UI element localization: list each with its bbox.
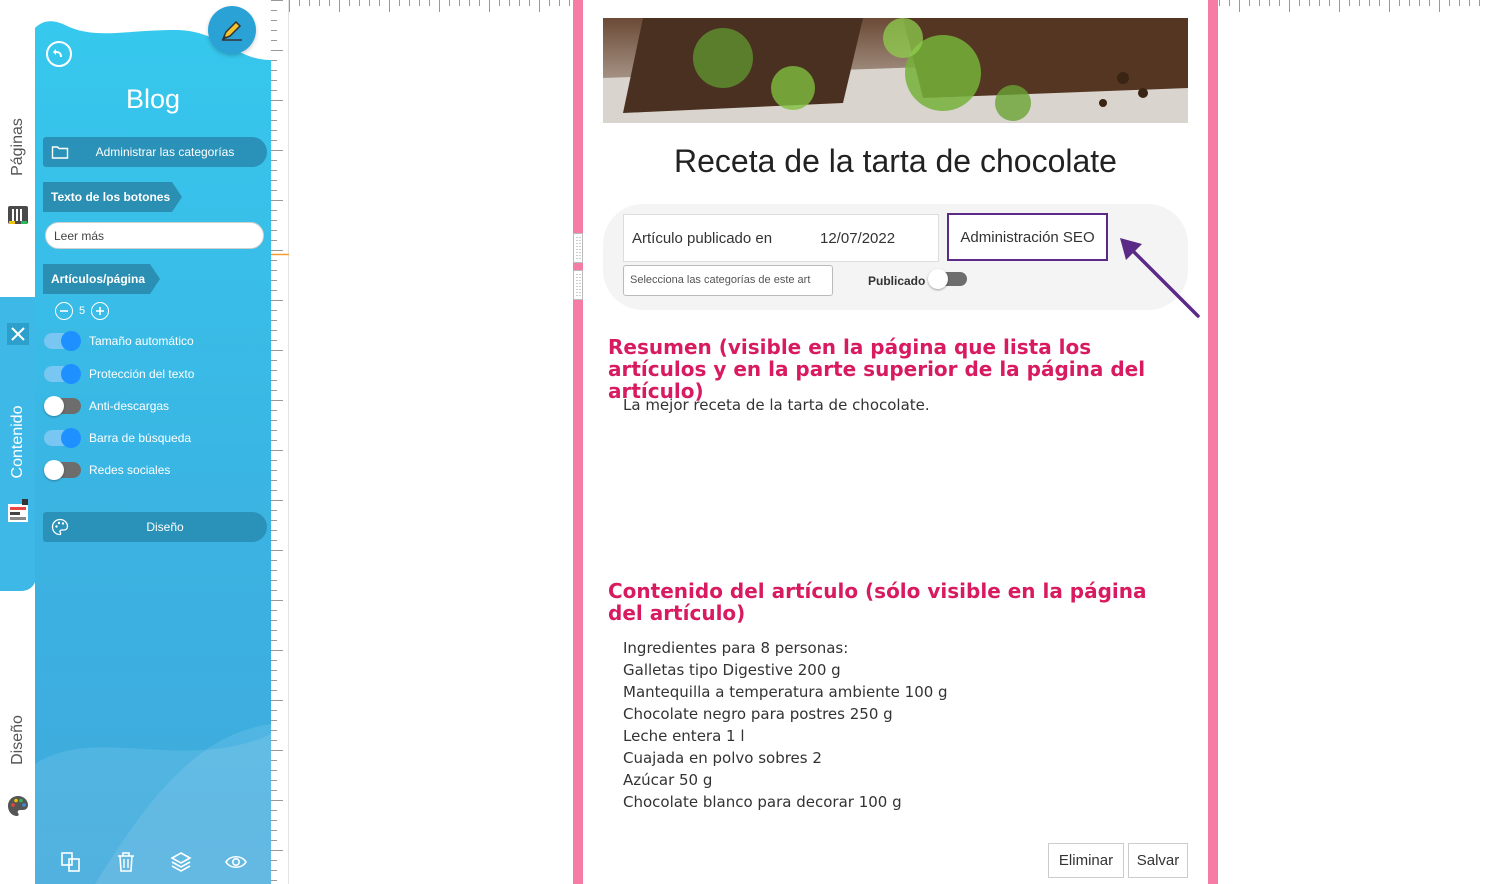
tab-design[interactable]: Diseño [0,700,36,780]
save-button[interactable]: Salvar [1128,843,1188,878]
close-icon[interactable] [6,322,30,346]
published-label: Artículo publicado en [632,229,773,247]
article-hero-image [603,18,1188,123]
category-select[interactable]: Selecciona las categorías de este art [623,265,833,296]
manage-categories-button[interactable]: Administrar las categorías [43,137,267,167]
auto-size-label: Tamaño automático [89,334,194,348]
content-line: Chocolate blanco para decorar 100 g [623,793,902,811]
manage-categories-label: Administrar las categorías [95,145,235,159]
search-bar-toggle[interactable] [44,428,81,448]
decrement-button[interactable] [55,302,73,320]
design-button-label: Diseño [146,520,184,534]
content-heading: Contenido del artículo (sólo visible en … [608,579,1147,625]
social-networks-toggle[interactable] [44,460,81,480]
tab-content-label: Contenido [9,405,26,479]
back-button[interactable] [46,41,72,67]
published-date[interactable]: 12/07/2022 [820,230,895,247]
anti-download-toggle[interactable] [44,396,81,416]
read-more-input[interactable] [45,222,264,249]
articles-per-page-stepper: 5 [55,302,110,320]
published-toggle[interactable] [928,269,967,289]
edit-button[interactable] [208,6,256,54]
minus-icon [60,310,68,312]
tab-pages[interactable]: Páginas [0,95,36,195]
palette-icon[interactable] [6,794,30,818]
content-blocks-icon [6,498,30,524]
annotation-arrow [1120,238,1200,318]
toggle-row-auto-size[interactable]: Tamaño automático [44,331,194,351]
text-protection-label: Protección del texto [89,367,195,381]
blog-settings-panel: Blog Administrar las categorías Texto de… [35,0,271,884]
buttons-text-header: Texto de los botones [43,182,182,212]
tab-pages-label: Páginas [9,118,26,176]
published-toggle-label: Publicado [868,274,926,288]
panel-title: Blog [125,84,181,114]
resize-handle-top[interactable] [573,233,583,263]
summary-text[interactable]: La mejor receta de la tarta de chocolate… [623,394,930,416]
pages-icon[interactable] [6,203,30,227]
eye-icon[interactable] [224,851,247,873]
delete-button[interactable]: Eliminar [1048,843,1124,878]
articles-per-page-header: Artículos/página [43,264,160,294]
panel-bottom-toolbar [35,845,271,879]
social-networks-label: Redes sociales [89,463,171,477]
anti-download-label: Anti-descargas [89,399,170,413]
canvas-left-border [573,0,583,884]
toggle-row-search-bar[interactable]: Barra de búsqueda [44,428,192,448]
undo-arrow-icon [53,49,62,57]
content-line: Galletas tipo Digestive 200 g [623,661,841,679]
auto-size-toggle[interactable] [44,331,81,351]
vertical-ruler [271,0,289,884]
article-title[interactable]: Receta de la tarta de chocolate [603,143,1188,180]
articles-per-page-value: 5 [79,305,86,317]
vertical-tab-strip: Páginas Contenido Diseño [0,0,36,884]
design-button[interactable]: Diseño [43,512,267,542]
article-content[interactable]: Ingredientes para 8 personas: Galletas t… [623,637,948,813]
seo-admin-button[interactable]: Administración SEO [947,213,1108,261]
toggle-row-text-protection[interactable]: Protección del texto [44,364,195,384]
increment-button[interactable] [91,302,110,320]
content-line: Leche entera 1 l [623,727,745,745]
toggle-row-anti-download[interactable]: Anti-descargas [44,396,170,416]
trash-icon[interactable] [115,851,137,873]
publication-date-field[interactable]: Artículo publicado en 12/07/2022 [623,214,939,262]
resize-handle-bottom[interactable] [573,270,583,300]
text-protection-toggle[interactable] [44,364,81,384]
plus-icon [96,307,105,315]
content-line: Cuajada en polvo sobres 2 [623,749,822,767]
tab-design-label: Diseño [9,715,26,765]
layers-icon[interactable] [169,851,192,873]
folder-icon [51,146,69,159]
content-line: Mantequilla a temperatura ambiente 100 g [623,683,948,701]
pen-icon [221,20,242,41]
search-bar-label: Barra de búsqueda [89,431,192,445]
duplicate-icon[interactable] [60,851,82,873]
content-line: Ingredientes para 8 personas: [623,639,849,657]
content-line: Chocolate negro para postres 250 g [623,705,893,723]
content-line: Azúcar 50 g [623,771,713,789]
summary-heading: Resumen (visible en la página que lista … [608,335,1146,403]
toggle-row-social-networks[interactable]: Redes sociales [44,460,171,480]
palette-icon [51,518,69,536]
canvas-right-border [1208,0,1218,884]
